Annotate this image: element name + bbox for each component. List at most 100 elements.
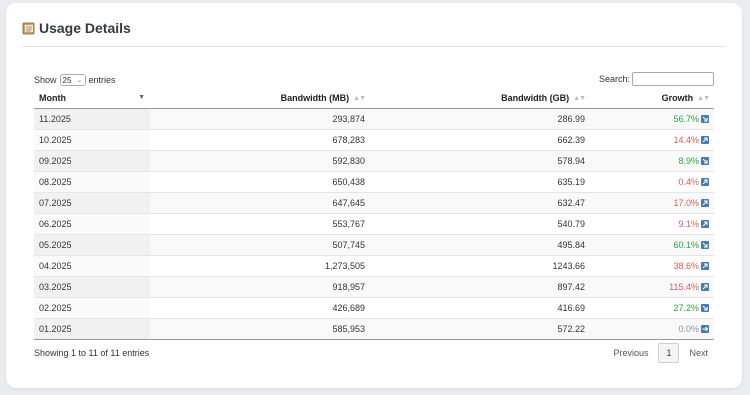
card-header: Usage Details (22, 19, 726, 47)
cell-bandwidth-gb: 635.19 (370, 171, 590, 193)
table-row: 04.2025 1,273,505 1243.66 38.6% (34, 255, 714, 277)
column-header-month[interactable]: Month ▼ (34, 88, 150, 109)
cell-month: 05.2025 (34, 234, 150, 256)
column-header-bandwidth-mb[interactable]: Bandwidth (MB) ▲▼ (150, 88, 370, 109)
growth-value-wrap: 115.4% (669, 282, 709, 292)
table-info: Showing 1 to 11 of 11 entries (34, 348, 150, 358)
growth-value: 17.0% (673, 198, 699, 208)
page-1-button[interactable]: 1 (658, 343, 680, 363)
table-row: 07.2025 647,645 632.47 17.0% (34, 192, 714, 214)
trend-up-right-icon[interactable] (701, 220, 709, 228)
cell-bandwidth-mb: 1,273,505 (150, 255, 370, 277)
cell-bandwidth-gb: 897.42 (370, 276, 590, 298)
cell-month: 09.2025 (34, 150, 150, 172)
cell-growth: 56.7% (590, 108, 714, 130)
growth-value-wrap: 0.0% (678, 324, 709, 334)
table-footer: Showing 1 to 11 of 11 entries Previous 1… (34, 343, 722, 363)
cell-growth: 27.2% (590, 297, 714, 319)
ledger-icon (22, 22, 35, 35)
table-body: 11.2025 293,874 286.99 56.7% 10.2025 678,283 6… (34, 108, 714, 340)
cell-growth: 38.6% (590, 255, 714, 277)
cell-bandwidth-gb: 416.69 (370, 297, 590, 319)
table-row: 09.2025 592,830 578.94 8.9% (34, 150, 714, 172)
trend-flat-icon[interactable] (701, 325, 709, 333)
cell-growth: 17.0% (590, 192, 714, 214)
column-header-label: Growth (661, 93, 694, 103)
page-title: Usage Details (39, 20, 131, 36)
cell-growth: 0.0% (590, 318, 714, 340)
cell-month: 08.2025 (34, 171, 150, 193)
cell-bandwidth-mb: 293,874 (150, 108, 370, 130)
cell-growth: 0.4% (590, 171, 714, 193)
cell-bandwidth-mb: 553,767 (150, 213, 370, 235)
growth-value-wrap: 60.1% (673, 240, 709, 250)
trend-up-right-icon[interactable] (701, 199, 709, 207)
show-label: Show (34, 75, 57, 85)
cell-growth: 60.1% (590, 234, 714, 256)
growth-value: 0.4% (678, 177, 699, 187)
column-header-label: Bandwidth (GB) (501, 93, 570, 103)
table-row: 01.2025 585,953 572.22 0.0% (34, 318, 714, 340)
sort-icon: ▲▼ (697, 95, 710, 103)
growth-value-wrap: 9.1% (678, 219, 709, 229)
table-row: 05.2025 507,745 495.84 60.1% (34, 234, 714, 256)
entries-select[interactable]: 25 ⌄ (59, 74, 86, 86)
cell-bandwidth-mb: 592,830 (150, 150, 370, 172)
cell-month: 06.2025 (34, 213, 150, 235)
cell-growth: 8.9% (590, 150, 714, 172)
trend-down-right-icon[interactable] (701, 304, 709, 312)
next-button[interactable]: Next (683, 344, 714, 362)
growth-value-wrap: 8.9% (678, 156, 709, 166)
cell-growth: 115.4% (590, 276, 714, 298)
trend-up-right-icon[interactable] (701, 262, 709, 270)
table-row: 08.2025 650,438 635.19 0.4% (34, 171, 714, 193)
entries-label: entries (88, 75, 116, 85)
growth-value: 27.2% (673, 303, 699, 313)
cell-growth: 14.4% (590, 129, 714, 151)
cell-bandwidth-gb: 1243.66 (370, 255, 590, 277)
column-header-bandwidth-gb[interactable]: Bandwidth (GB) ▲▼ (370, 88, 590, 109)
cell-month: 07.2025 (34, 192, 150, 214)
cell-bandwidth-gb: 662.39 (370, 129, 590, 151)
trend-up-right-icon[interactable] (701, 178, 709, 186)
column-header-growth[interactable]: Growth ▲▼ (590, 88, 714, 109)
growth-value-wrap: 0.4% (678, 177, 709, 187)
cell-bandwidth-mb: 585,953 (150, 318, 370, 340)
growth-value: 14.4% (673, 135, 699, 145)
previous-button[interactable]: Previous (607, 344, 654, 362)
table-row: 11.2025 293,874 286.99 56.7% (34, 108, 714, 130)
entries-select-value: 25 (62, 75, 72, 85)
cell-bandwidth-mb: 678,283 (150, 129, 370, 151)
table-row: 03.2025 918,957 897.42 115.4% (34, 276, 714, 298)
trend-up-right-icon[interactable] (701, 283, 709, 291)
cell-bandwidth-gb: 540.79 (370, 213, 590, 235)
cell-bandwidth-mb: 650,438 (150, 171, 370, 193)
sort-icon: ▲▼ (353, 95, 366, 103)
sort-desc-icon: ▼ (138, 94, 145, 101)
cell-bandwidth-mb: 507,745 (150, 234, 370, 256)
cell-bandwidth-mb: 647,645 (150, 192, 370, 214)
chevron-down-icon: ⌄ (76, 77, 83, 84)
cell-bandwidth-gb: 286.99 (370, 108, 590, 130)
trend-down-right-icon[interactable] (701, 115, 709, 123)
cell-month: 03.2025 (34, 276, 150, 298)
cell-month: 10.2025 (34, 129, 150, 151)
growth-value: 115.4% (669, 282, 699, 292)
growth-value-wrap: 14.4% (673, 135, 709, 145)
cell-bandwidth-gb: 632.47 (370, 192, 590, 214)
table-row: 10.2025 678,283 662.39 14.4% (34, 129, 714, 151)
trend-down-right-icon[interactable] (701, 241, 709, 249)
growth-value-wrap: 56.7% (673, 114, 709, 124)
trend-up-right-icon[interactable] (701, 136, 709, 144)
cell-growth: 9.1% (590, 213, 714, 235)
growth-value: 8.9% (678, 156, 699, 166)
trend-down-right-icon[interactable] (701, 157, 709, 165)
pagination: Previous 1 Next (607, 343, 714, 363)
sort-icon: ▲▼ (573, 95, 586, 103)
search-label: Search: (598, 74, 630, 84)
cell-bandwidth-gb: 572.22 (370, 318, 590, 340)
cell-month: 04.2025 (34, 255, 150, 277)
growth-value-wrap: 17.0% (673, 198, 709, 208)
column-header-label: Month (39, 93, 66, 103)
search-input[interactable] (632, 72, 714, 86)
